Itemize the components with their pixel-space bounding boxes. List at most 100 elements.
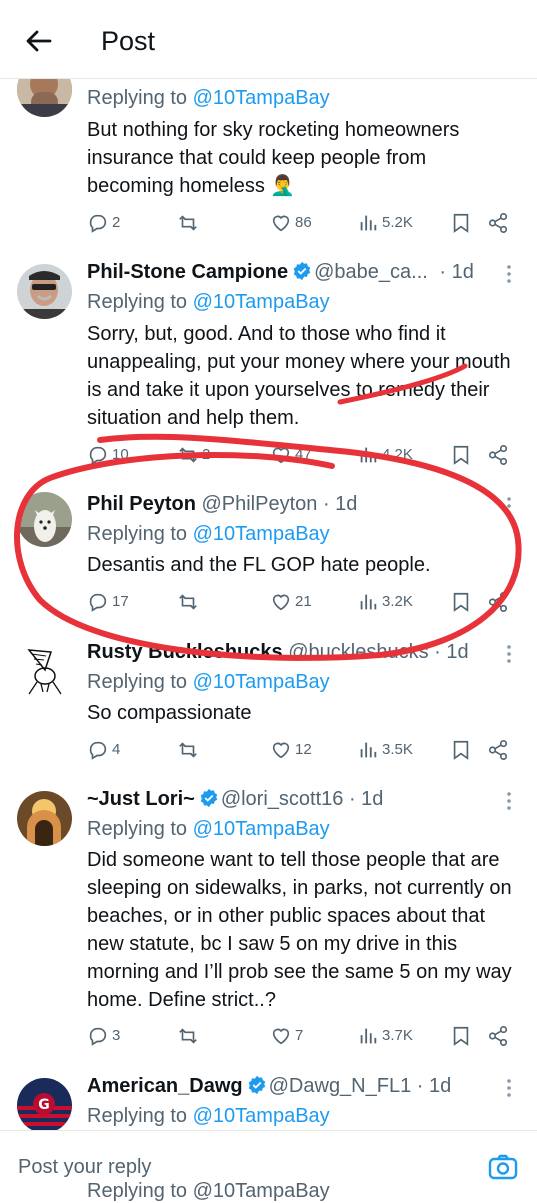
reply-button[interactable]: 2 <box>87 210 120 236</box>
repost-button[interactable] <box>177 589 202 615</box>
mention-link[interactable]: @10TampaBay <box>193 671 330 693</box>
views-button[interactable]: 3.5K <box>357 737 413 763</box>
top-bar: Post <box>0 0 537 79</box>
avatar[interactable] <box>17 264 72 319</box>
reply-button[interactable]: 4 <box>87 737 120 763</box>
reply-tweet[interactable]: ~Just Lori~ @lori_scott16 · 1d Replying t… <box>0 775 537 1063</box>
reply-feed: Replying to @10TampaBay But nothing for … <box>0 0 537 1200</box>
share-icon <box>488 213 508 233</box>
avatar[interactable] <box>17 642 72 697</box>
replying-to: Replying to @10TampaBay <box>87 1105 330 1127</box>
share-button[interactable] <box>487 737 509 763</box>
post-time: · 1d <box>348 788 384 810</box>
bookmark-icon <box>453 213 469 233</box>
replying-to: Replying to @10TampaBay <box>87 671 330 693</box>
replying-to: Replying to @10TampaBay <box>87 523 330 545</box>
author-handle[interactable]: @lori_scott16 <box>221 788 344 810</box>
replying-to: Replying to @10TampaBay <box>87 87 330 109</box>
reply-icon <box>89 446 107 465</box>
views-icon <box>360 594 377 610</box>
avatar[interactable] <box>17 492 72 547</box>
like-button[interactable]: 12 <box>270 737 312 763</box>
repost-button[interactable]: 2 <box>177 442 210 468</box>
author-row: American_Dawg @Dawg_N_FL1 · 1d <box>87 1072 527 1100</box>
action-bar: 17 21 3.2K <box>87 589 527 615</box>
bookmark-button[interactable] <box>451 210 471 236</box>
views-icon <box>360 215 377 231</box>
author-name[interactable]: American_Dawg <box>87 1075 243 1097</box>
avatar[interactable]: G <box>17 1078 72 1133</box>
more-options-icon[interactable] <box>502 1076 516 1100</box>
verified-badge-icon <box>200 788 218 808</box>
reply-icon <box>89 741 107 760</box>
author-handle[interactable]: @Dawg_N_FL1 <box>269 1075 412 1097</box>
author-name[interactable]: Phil Peyton <box>87 493 196 515</box>
bookmark-button[interactable] <box>451 737 471 763</box>
heart-icon <box>272 1028 290 1045</box>
share-button[interactable] <box>487 589 509 615</box>
bookmark-button[interactable] <box>451 442 471 468</box>
reply-tweet[interactable]: Phil Peyton @PhilPeyton · 1d Replying to… <box>0 480 537 629</box>
like-button[interactable]: 86 <box>270 210 312 236</box>
author-handle[interactable]: @buckleshucks <box>288 641 428 663</box>
like-button[interactable]: 47 <box>270 442 312 468</box>
mention-link[interactable]: @10TampaBay <box>193 1105 330 1127</box>
views-button[interactable]: 3.7K <box>357 1023 413 1049</box>
bookmark-icon <box>453 740 469 760</box>
views-button[interactable]: 4.2K <box>357 442 413 468</box>
share-button[interactable] <box>487 442 509 468</box>
tweet-text: But nothing for sky rocketing homeowners… <box>87 119 460 197</box>
mention-link[interactable]: @10TampaBay <box>193 291 330 313</box>
reply-button[interactable]: 3 <box>87 1023 120 1049</box>
author-name[interactable]: Phil-Stone Campione <box>87 261 288 283</box>
repost-button[interactable] <box>177 210 202 236</box>
bookmark-button[interactable] <box>451 589 471 615</box>
post-time: · 1d <box>322 493 358 515</box>
reply-input[interactable]: Post your reply <box>18 1155 151 1179</box>
views-button[interactable]: 3.2K <box>357 589 413 615</box>
author-handle[interactable]: @babe_ca... <box>314 261 428 283</box>
views-button[interactable]: 5.2K <box>357 210 413 236</box>
reply-button[interactable]: 10 <box>87 442 129 468</box>
share-icon <box>488 740 508 760</box>
action-bar: 10 2 47 4.2K <box>87 442 527 468</box>
more-options-icon[interactable] <box>502 789 516 813</box>
share-icon <box>488 1026 508 1046</box>
replying-to: Replying to @10TampaBay <box>87 818 330 840</box>
views-icon <box>360 1028 377 1044</box>
reply-tweet[interactable]: Phil-Stone Campione @babe_ca... · 1d Repl… <box>0 248 537 481</box>
back-arrow-icon[interactable] <box>22 24 56 58</box>
repost-icon <box>179 742 197 758</box>
more-options-icon[interactable] <box>502 494 516 518</box>
mention-link[interactable]: @10TampaBay <box>193 523 330 545</box>
action-bar: 3 7 3.7K <box>87 1023 527 1049</box>
bookmark-button[interactable] <box>451 1023 471 1049</box>
repost-button[interactable] <box>177 1023 202 1049</box>
repost-icon <box>179 594 197 610</box>
author-name[interactable]: ~Just Lori~ <box>87 788 195 810</box>
camera-icon[interactable] <box>487 1151 519 1183</box>
svg-text:G: G <box>38 1097 50 1113</box>
avatar[interactable] <box>17 791 72 846</box>
reply-icon <box>89 1027 107 1046</box>
like-button[interactable]: 7 <box>270 1023 303 1049</box>
share-button[interactable] <box>487 1023 509 1049</box>
more-options-icon[interactable] <box>502 262 516 286</box>
post-time: · 1d <box>434 641 469 663</box>
author-handle[interactable]: @PhilPeyton <box>201 493 317 515</box>
reply-button[interactable]: 17 <box>87 589 129 615</box>
mention-link[interactable]: @10TampaBay <box>193 87 330 109</box>
author-row: Phil Peyton @PhilPeyton · 1d <box>87 490 527 518</box>
author-name[interactable]: Rusty Buckleshucks <box>87 641 283 663</box>
bookmark-icon <box>453 1026 469 1046</box>
repost-button[interactable] <box>177 737 202 763</box>
reply-tweet[interactable]: Rusty Buckleshucks @buckleshucks · 1d Re… <box>0 628 537 776</box>
share-button[interactable] <box>487 210 509 236</box>
like-button[interactable]: 21 <box>270 589 312 615</box>
tweet-text: Sorry, but, good. And to those who find … <box>87 323 511 429</box>
more-options-icon[interactable] <box>502 642 516 666</box>
mention-link[interactable]: @10TampaBay <box>193 818 330 840</box>
tweet-text: Desantis and the FL GOP hate people. <box>87 554 431 576</box>
author-row: Phil-Stone Campione @babe_ca... · 1d <box>87 258 527 286</box>
action-bar: 4 12 3.5K <box>87 737 527 763</box>
